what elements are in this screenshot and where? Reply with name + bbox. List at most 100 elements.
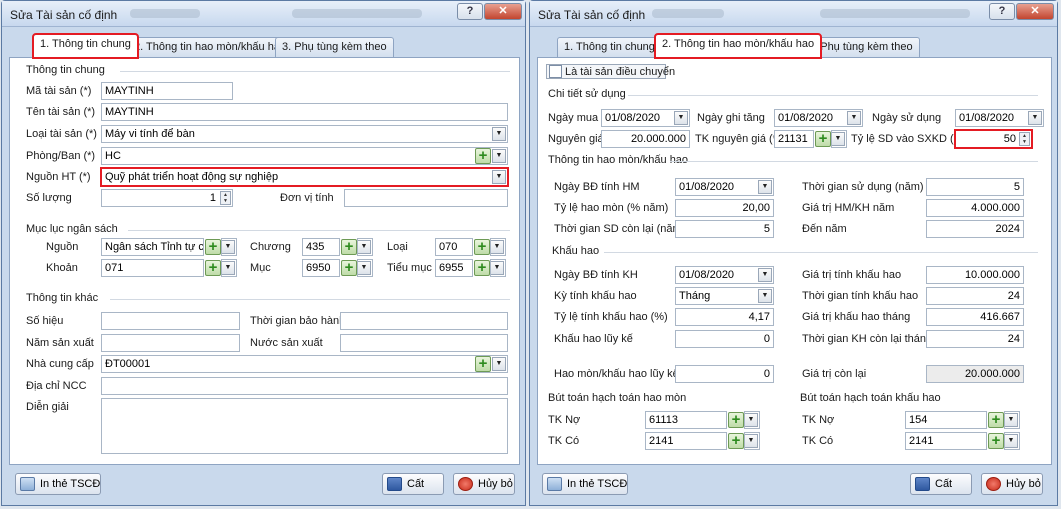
serial-input[interactable]	[101, 312, 240, 330]
record-date-select[interactable]: 01/08/2020 ▼	[774, 109, 863, 127]
chevron-down-icon[interactable]: ▼	[492, 149, 506, 163]
tab-general[interactable]: 1. Thông tin chung	[32, 33, 139, 59]
tab-depreciation[interactable]: 2. Thông tin hao mòn/khấu hao	[653, 33, 823, 59]
add-department-icon[interactable]: +	[475, 148, 491, 164]
spin-arrows-icon[interactable]: ▲ ▼	[220, 191, 231, 205]
section-item-dropdown[interactable]: ▼	[357, 259, 373, 277]
depr-base-input[interactable]: 10.000.000	[926, 266, 1024, 284]
subitem-dropdown[interactable]: ▼	[490, 259, 506, 277]
cost-input[interactable]: 20.000.000	[601, 130, 690, 148]
add-icon[interactable]: +	[988, 412, 1004, 428]
funding-source-select[interactable]: Quỹ phát triển hoạt động sự nghiệp ▼	[100, 167, 509, 187]
asset-code-input[interactable]: MAYTINH	[101, 82, 233, 100]
hm-rate-input[interactable]: 20,00	[675, 199, 774, 217]
usage-years-input[interactable]: 5	[926, 178, 1024, 196]
add-icon[interactable]: +	[341, 239, 357, 255]
hm-debit-dropdown[interactable]: ▼	[744, 411, 760, 429]
print-card-button[interactable]: In thẻ TSCĐ	[15, 473, 101, 495]
chevron-down-icon[interactable]: ▼	[492, 357, 506, 371]
chevron-down-icon[interactable]: ▼	[745, 413, 758, 427]
chevron-down-icon[interactable]: ▼	[1005, 413, 1018, 427]
tab-depreciation[interactable]: 2. Thông tin hao mòn/khấu hao	[127, 37, 294, 57]
add-icon[interactable]: +	[341, 260, 357, 276]
kh-start-select[interactable]: 01/08/2020 ▼	[675, 266, 774, 284]
chevron-down-icon[interactable]: ▼	[358, 240, 371, 254]
close-icon[interactable]: ✕	[1016, 3, 1054, 20]
remaining-months-input[interactable]: 24	[926, 330, 1024, 348]
asset-name-input[interactable]: MAYTINH	[101, 103, 508, 121]
chevron-down-icon[interactable]: ▼	[758, 268, 772, 282]
help-icon[interactable]: ?	[989, 3, 1015, 20]
budget-source-input[interactable]: Ngân sách Tỉnh tự chủ	[101, 238, 204, 256]
chevron-down-icon[interactable]: ▼	[222, 261, 235, 275]
add-icon[interactable]: +	[815, 131, 831, 147]
country-input[interactable]	[340, 334, 508, 352]
chevron-down-icon[interactable]: ▼	[491, 240, 504, 254]
hm-credit-input[interactable]: 2141	[645, 432, 727, 450]
unit-input[interactable]	[344, 189, 508, 207]
supplier-select[interactable]: ĐT00001 ▼	[101, 355, 508, 373]
chevron-down-icon[interactable]: ▼	[222, 240, 235, 254]
accum-depr-input[interactable]: 0	[675, 330, 774, 348]
kh-debit-dropdown[interactable]: ▼	[1004, 411, 1020, 429]
chevron-down-icon[interactable]: ▼	[758, 289, 772, 303]
remaining-years-input[interactable]: 5	[675, 220, 774, 238]
chevron-down-icon[interactable]: ▼	[492, 127, 506, 141]
year-made-input[interactable]	[101, 334, 240, 352]
add-supplier-icon[interactable]: +	[475, 356, 491, 372]
kh-debit-input[interactable]: 154	[905, 411, 987, 429]
chapter-input[interactable]: 435	[302, 238, 340, 256]
type-dropdown[interactable]: ▼	[490, 238, 506, 256]
annual-value-input[interactable]: 4.000.000	[926, 199, 1024, 217]
hm-credit-dropdown[interactable]: ▼	[744, 432, 760, 450]
item-input[interactable]: 071	[101, 259, 204, 277]
depr-time-input[interactable]: 24	[926, 287, 1024, 305]
usage-ratio-stepper[interactable]: 50 ▲ ▼	[954, 129, 1033, 149]
tab-general[interactable]: 1. Thông tin chung	[557, 37, 662, 57]
chevron-down-icon[interactable]: ▼	[745, 434, 758, 448]
chevron-down-icon[interactable]: ▼	[491, 261, 504, 275]
cost-account-input[interactable]: 21131	[774, 130, 814, 148]
quantity-stepper[interactable]: 1 ▲ ▼	[101, 189, 233, 207]
cost-account-dropdown[interactable]: ▼	[831, 130, 847, 148]
depr-rate-input[interactable]: 4,17	[675, 308, 774, 326]
subitem-input[interactable]: 6955	[435, 259, 473, 277]
use-date-select[interactable]: 01/08/2020 ▼	[955, 109, 1044, 127]
chevron-down-icon[interactable]: ▼	[1028, 111, 1042, 125]
department-select[interactable]: HC ▼	[101, 147, 508, 165]
print-card-button[interactable]: In thẻ TSCĐ	[542, 473, 628, 495]
type-input[interactable]: 070	[435, 238, 473, 256]
chapter-dropdown[interactable]: ▼	[357, 238, 373, 256]
add-icon[interactable]: +	[474, 260, 490, 276]
item-dropdown[interactable]: ▼	[221, 259, 237, 277]
chevron-down-icon[interactable]: ▼	[358, 261, 371, 275]
close-icon[interactable]: ✕	[484, 3, 522, 20]
spin-arrows-icon[interactable]: ▲ ▼	[1019, 132, 1030, 146]
warranty-input[interactable]	[340, 312, 508, 330]
tab-accessories[interactable]: 3. Phụ tùng kèm theo	[275, 37, 394, 57]
add-icon[interactable]: +	[728, 433, 744, 449]
add-icon[interactable]: +	[205, 239, 221, 255]
purchase-date-select[interactable]: 01/08/2020 ▼	[601, 109, 690, 127]
save-button[interactable]: Cất	[910, 473, 972, 495]
chevron-down-icon[interactable]: ▼	[758, 180, 772, 194]
cancel-button[interactable]: Hủy bỏ	[981, 473, 1043, 495]
depr-period-select[interactable]: Tháng ▼	[675, 287, 774, 305]
chevron-down-icon[interactable]: ▼	[847, 111, 861, 125]
save-button[interactable]: Cất	[382, 473, 444, 495]
chevron-down-icon[interactable]: ▼	[674, 111, 688, 125]
chevron-down-icon[interactable]: ▼	[492, 170, 506, 184]
chevron-down-icon[interactable]: ▼	[1005, 434, 1018, 448]
end-year-input[interactable]: 2024	[926, 220, 1024, 238]
add-icon[interactable]: +	[988, 433, 1004, 449]
budget-source-dropdown[interactable]: ▼	[221, 238, 237, 256]
kh-credit-dropdown[interactable]: ▼	[1004, 432, 1020, 450]
hm-debit-input[interactable]: 61113	[645, 411, 727, 429]
asset-type-select[interactable]: Máy vi tính để bàn ▼	[101, 125, 508, 143]
add-icon[interactable]: +	[474, 239, 490, 255]
description-textarea[interactable]	[101, 398, 508, 454]
cancel-button[interactable]: Hủy bỏ	[453, 473, 515, 495]
chevron-down-icon[interactable]: ▼	[832, 132, 845, 146]
hm-start-select[interactable]: 01/08/2020 ▼	[675, 178, 774, 196]
transfer-checkbox[interactable]	[549, 65, 562, 78]
